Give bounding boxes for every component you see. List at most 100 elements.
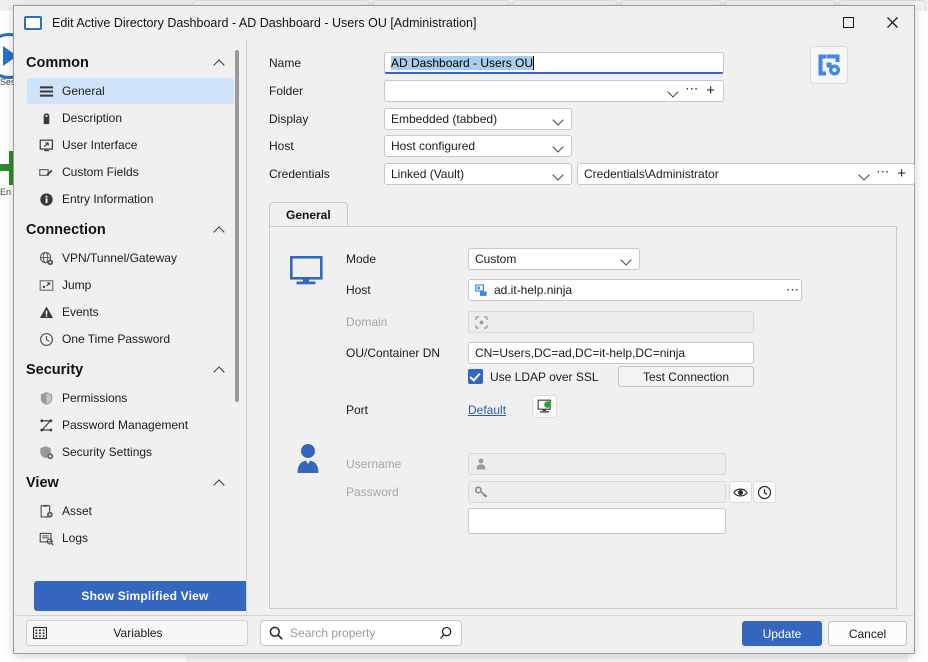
- cancel-button[interactable]: Cancel: [828, 621, 907, 646]
- name-input[interactable]: AD Dashboard - Users OU: [384, 52, 724, 74]
- sidebar-group-label: Connection: [26, 222, 106, 238]
- test-connection-button[interactable]: Test Connection: [618, 366, 754, 387]
- plus-icon[interactable]: +: [895, 166, 908, 183]
- clipboard-gear-icon: [40, 504, 53, 518]
- panel-host-label: Host: [346, 283, 371, 297]
- credentials-link-combo[interactable]: Credentials\Administrator ⋯ +: [577, 163, 915, 185]
- close-button[interactable]: [870, 6, 914, 39]
- sidebar-group-common[interactable]: Common: [15, 46, 246, 77]
- panel-host-value: ad.it-help.ninja: [494, 283, 573, 297]
- magnifier-icon[interactable]: [439, 626, 453, 640]
- field-edit-icon: [39, 168, 53, 176]
- chevron-up-icon: [214, 224, 226, 236]
- sidebar-group-label: Common: [26, 55, 89, 71]
- sidebar-item-description[interactable]: Description: [27, 105, 234, 131]
- ellipsis-icon[interactable]: ⋯: [680, 82, 704, 101]
- edit-entry-dialog: Edit Active Directory Dashboard - AD Das…: [13, 5, 915, 654]
- checkbox-checked-icon[interactable]: [468, 369, 483, 384]
- key-icon: [475, 486, 488, 498]
- panel-host-input[interactable]: ad.it-help.ninja: [468, 279, 802, 301]
- sidebar-item-jump[interactable]: Jump: [27, 272, 234, 298]
- chevron-down-icon[interactable]: [620, 253, 633, 266]
- window-controls: [826, 6, 914, 39]
- sidebar-item-vpn-tunnel-gateway[interactable]: VPN/Tunnel/Gateway: [27, 245, 234, 271]
- sidebar-item-custom-fields[interactable]: Custom Fields: [27, 159, 234, 185]
- dialog-footer: Variables Search property Update Cancel: [15, 615, 913, 652]
- dialog-title-bar[interactable]: Edit Active Directory Dashboard - AD Das…: [14, 6, 914, 40]
- sidebar-item-general[interactable]: General: [27, 78, 234, 104]
- ou-dn-value: CN=Users,DC=ad,DC=it-help,DC=ninja: [475, 346, 686, 360]
- password-label: Password: [346, 485, 399, 499]
- ou-dn-input[interactable]: CN=Users,DC=ad,DC=it-help,DC=ninja: [468, 342, 754, 364]
- sidebar-item-label: Description: [62, 111, 123, 125]
- search-property-box[interactable]: Search property: [260, 620, 462, 646]
- sidebar-group-view[interactable]: View: [15, 466, 246, 497]
- display-label: Display: [269, 112, 309, 126]
- show-simplified-view-button[interactable]: Show Simplified View: [34, 581, 246, 611]
- maximize-icon: [842, 17, 854, 28]
- entry-type-icon-button[interactable]: [810, 46, 848, 84]
- log-list-icon: [39, 532, 54, 545]
- password-history-icon: [757, 485, 772, 499]
- mode-combo[interactable]: Custom: [468, 248, 640, 270]
- variables-button[interactable]: Variables: [26, 620, 248, 646]
- chevron-down-icon[interactable]: [667, 85, 680, 98]
- ellipsis-icon[interactable]: ⋯: [871, 165, 895, 184]
- eye-icon: [733, 488, 748, 496]
- sidebar-item-security-settings[interactable]: Security Settings: [27, 439, 234, 465]
- monitor-cursor-icon: [39, 139, 54, 151]
- display-value: Embedded (tabbed): [391, 112, 498, 126]
- username-label: Username: [346, 457, 402, 471]
- domain-input: [468, 311, 754, 333]
- port-default-link[interactable]: Default: [468, 403, 506, 417]
- mode-label: Mode: [346, 252, 377, 266]
- tab-general[interactable]: General: [269, 202, 348, 227]
- folder-combo[interactable]: ⋯ +: [384, 80, 724, 102]
- sidebar-item-label: Permissions: [62, 391, 128, 405]
- plus-icon[interactable]: +: [704, 83, 717, 100]
- password-history-button[interactable]: [753, 481, 776, 503]
- sidebar-item-password-management[interactable]: Password Management: [27, 412, 234, 438]
- user-small-icon: [476, 458, 486, 470]
- sidebar-scrollbar[interactable]: [230, 40, 246, 617]
- shield-icon: [40, 391, 53, 405]
- credentials-type-combo[interactable]: Linked (Vault): [384, 163, 572, 185]
- password-reveal-button[interactable]: [729, 481, 752, 503]
- chevron-down-icon[interactable]: [552, 113, 565, 126]
- sidebar-item-entry-information[interactable]: Entry Information: [27, 186, 234, 212]
- update-button[interactable]: Update: [742, 621, 822, 646]
- panel-host-more-button[interactable]: ⋯: [786, 283, 800, 296]
- globe-gear-icon: [39, 251, 54, 265]
- maximize-button[interactable]: [826, 6, 870, 39]
- sidebar-item-permissions[interactable]: Permissions: [27, 385, 234, 411]
- port-settings-button[interactable]: [532, 395, 557, 418]
- monitor-port-icon: [537, 399, 551, 413]
- sidebar-item-logs[interactable]: Logs: [27, 525, 234, 551]
- ldap-ssl-checkbox-row[interactable]: Use LDAP over SSL: [468, 369, 599, 384]
- sidebar-item-one-time-password[interactable]: One Time Password: [27, 326, 234, 352]
- warning-triangle-icon: [39, 306, 54, 318]
- chevron-down-icon[interactable]: [552, 140, 565, 153]
- sidebar-item-label: Events: [62, 305, 99, 319]
- password-input: [468, 481, 726, 503]
- sidebar-group-security[interactable]: Security: [15, 353, 246, 384]
- ldap-ssl-label: Use LDAP over SSL: [490, 369, 599, 384]
- password-graph-icon: [40, 418, 53, 431]
- sidebar-item-user-interface[interactable]: User Interface: [27, 132, 234, 158]
- display-combo[interactable]: Embedded (tabbed): [384, 108, 572, 130]
- chevron-down-icon[interactable]: [858, 168, 871, 181]
- name-input-value: AD Dashboard - Users OU: [391, 55, 534, 70]
- active-directory-gear-icon: [818, 54, 840, 76]
- sidebar-item-events[interactable]: Events: [27, 299, 234, 325]
- host-combo[interactable]: Host configured: [384, 135, 572, 157]
- entry-header-form: Name AD Dashboard - Users OU Folder ⋯ + …: [247, 40, 915, 188]
- chevron-down-icon[interactable]: [552, 168, 565, 181]
- general-panel: Mode Custom Host ad.it-help.ninja ⋯ Doma…: [269, 226, 897, 609]
- password-confirm-input[interactable]: [468, 508, 726, 534]
- sidebar-item-asset[interactable]: Asset: [27, 498, 234, 524]
- sidebar-scrollbar-thumb[interactable]: [235, 50, 239, 402]
- sidebar-group-connection[interactable]: Connection: [15, 213, 246, 244]
- host-value: Host configured: [391, 139, 476, 153]
- clock-icon: [39, 332, 54, 346]
- settings-sidebar: Common General Description User Interfac…: [15, 40, 247, 617]
